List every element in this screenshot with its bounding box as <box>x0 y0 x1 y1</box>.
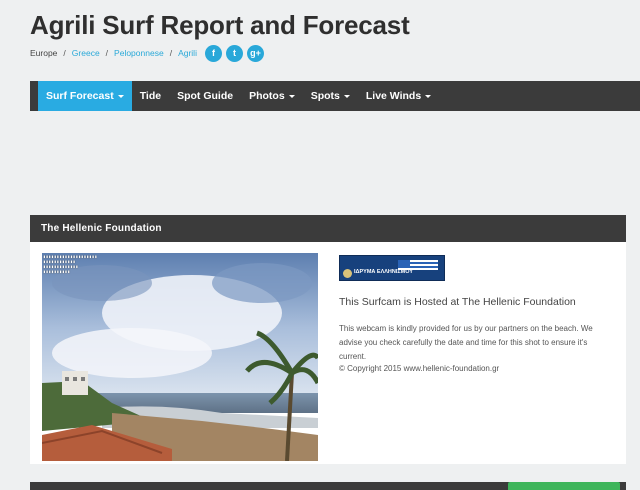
breadcrumb: Europe / Greece / Peloponnese / Agrili f… <box>30 44 264 62</box>
breadcrumb-item-peloponnese[interactable]: Peloponnese <box>114 48 164 58</box>
surfcam-timestamp-overlay: ▮▮▮▮▮▮▮▮▮▮▮▮▮▮▮▮▮▮▮▮ ▮▮▮▮▮▮▮▮▮▮▮▮ ▮▮▮▮▮▮… <box>43 255 98 275</box>
googleplus-icon[interactable]: g+ <box>246 44 264 62</box>
nav-surf-forecast-label: Surf Forecast <box>46 90 114 102</box>
chevron-down-icon <box>425 95 432 98</box>
facebook-icon[interactable]: f <box>204 44 222 62</box>
green-action-button[interactable] <box>508 482 620 490</box>
breadcrumb-item-europe[interactable]: Europe <box>30 48 57 58</box>
nav-live-winds-label: Live Winds <box>365 90 422 102</box>
panel-body: ▮▮▮▮▮▮▮▮▮▮▮▮▮▮▮▮▮▮▮▮ ▮▮▮▮▮▮▮▮▮▮▮▮ ▮▮▮▮▮▮… <box>30 242 626 464</box>
nav-live-winds[interactable]: Live Winds <box>358 81 439 111</box>
surfcam-photo <box>42 253 318 461</box>
social-links: f t g+ <box>204 44 264 62</box>
nav-surf-forecast[interactable]: Surf Forecast <box>38 81 132 111</box>
chevron-down-icon <box>117 95 124 98</box>
seal-icon <box>343 269 352 278</box>
nav-spots[interactable]: Spots <box>303 81 358 111</box>
breadcrumb-separator: / <box>169 48 173 58</box>
chevron-down-icon <box>343 95 350 98</box>
nav-tide-label: Tide <box>139 90 162 102</box>
breadcrumb-separator: / <box>63 48 66 58</box>
copyright-text: © Copyright 2015 www.hellenic-foundation… <box>339 364 500 373</box>
breadcrumb-item-greece[interactable]: Greece <box>72 48 100 58</box>
twitter-icon[interactable]: t <box>225 44 243 62</box>
banner-main-text: ΙΔΡΥΜΑ ΕΛΛΗΝΙΣΜΟΥ <box>354 269 414 275</box>
hellenic-foundation-banner[interactable]: ΙΔΡΥΜΑ ΕΛΛΗΝΙΣΜΟΥ <box>339 255 445 281</box>
panel-header: The Hellenic Foundation <box>30 215 626 242</box>
nav-photos-label: Photos <box>249 90 285 102</box>
nav-tide[interactable]: Tide <box>132 81 169 111</box>
breadcrumb-item-agrili[interactable]: Agrili <box>178 48 197 58</box>
nav-photos[interactable]: Photos <box>241 81 303 111</box>
breadcrumb-separator: / <box>105 48 109 58</box>
host-description: This webcam is kindly provided for us by… <box>339 324 593 361</box>
main-nav: Surf Forecast Tide Spot Guide Photos Spo… <box>30 81 640 111</box>
nav-spots-label: Spots <box>310 90 340 102</box>
nav-spot-guide[interactable]: Spot Guide <box>169 81 241 111</box>
nav-spot-guide-label: Spot Guide <box>177 90 234 102</box>
host-title: This Surfcam is Hosted at The Hellenic F… <box>339 296 576 308</box>
chevron-down-icon <box>288 95 295 98</box>
surfcam-image[interactable]: ▮▮▮▮▮▮▮▮▮▮▮▮▮▮▮▮▮▮▮▮ ▮▮▮▮▮▮▮▮▮▮▮▮ ▮▮▮▮▮▮… <box>42 253 318 461</box>
page-title: Agrili Surf Report and Forecast <box>30 10 410 40</box>
